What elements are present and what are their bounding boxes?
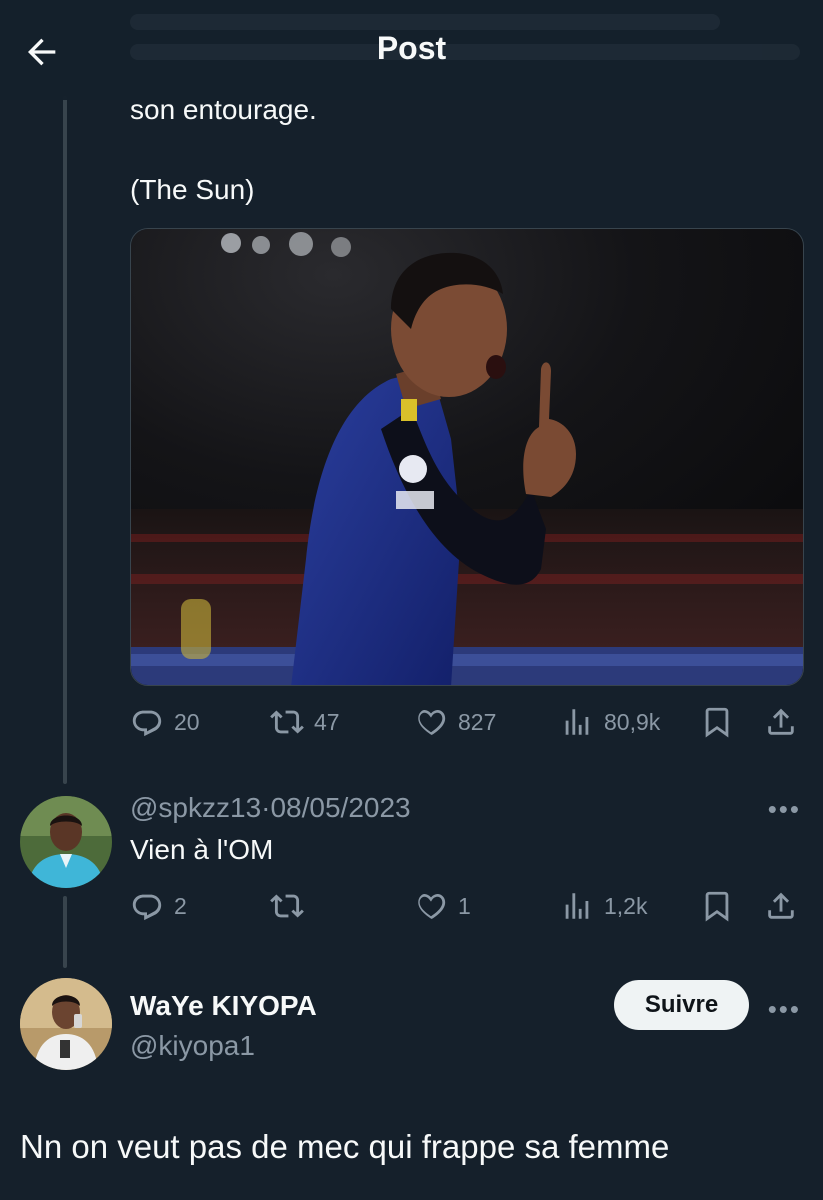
reply-handle[interactable]: @spkzz13 xyxy=(130,792,261,823)
repost-count: 47 xyxy=(314,708,340,735)
like-count: 1 xyxy=(458,892,471,919)
tweet-text-source: (The Sun) xyxy=(130,174,255,205)
post-page: Post son entourage. (The Sun) 20 47 827 … xyxy=(0,0,823,1200)
views-count: 80,9k xyxy=(604,708,661,735)
photo-footballer-celebration xyxy=(131,229,803,685)
reply-count: 2 xyxy=(174,892,187,919)
views-icon xyxy=(565,709,589,735)
top-bar: Post xyxy=(0,0,823,100)
reply-icon xyxy=(132,894,162,921)
post-text: Nn on veut pas de mec qui frappe sa femm… xyxy=(20,1128,670,1165)
repost-button[interactable] xyxy=(270,886,304,926)
bookmark-icon xyxy=(705,707,729,738)
reply-meta: @spkzz13·08/05/2023 xyxy=(130,792,411,824)
views-icon xyxy=(565,893,589,919)
follow-button[interactable]: Suivre xyxy=(614,980,749,1030)
thread-line-top xyxy=(63,96,67,784)
share-button[interactable] xyxy=(764,886,798,926)
tweet-action-bar: 20 47 827 80,9k xyxy=(130,702,802,742)
like-icon xyxy=(418,709,446,736)
like-count: 827 xyxy=(458,708,497,735)
repost-icon xyxy=(270,894,304,918)
bookmark-button[interactable] xyxy=(700,886,734,926)
author-name[interactable]: WaYe KIYOPA xyxy=(130,990,317,1022)
repost-button[interactable]: 47 xyxy=(270,702,340,742)
reply-icon xyxy=(132,710,162,737)
tweet-photo[interactable] xyxy=(130,228,804,686)
like-icon xyxy=(418,893,446,920)
reply-count: 20 xyxy=(174,708,200,735)
post-more-button[interactable]: ••• xyxy=(768,994,801,1025)
reply-button[interactable]: 20 xyxy=(130,702,200,742)
avatar-kiyopa1[interactable] xyxy=(20,978,112,1070)
reply-button[interactable]: 2 xyxy=(130,886,187,926)
like-button[interactable]: 827 xyxy=(414,702,496,742)
avatar-spkzz13[interactable] xyxy=(20,796,112,888)
bookmark-icon xyxy=(705,891,729,922)
page-title: Post xyxy=(376,30,447,66)
reply-more-button[interactable]: ••• xyxy=(768,794,801,825)
share-button[interactable] xyxy=(764,702,798,742)
share-icon xyxy=(768,708,794,735)
share-icon xyxy=(768,892,794,919)
avatar-image xyxy=(20,978,112,1070)
bookmark-button[interactable] xyxy=(700,702,734,742)
repost-icon xyxy=(270,710,304,734)
views-count: 1,2k xyxy=(604,892,648,919)
views-button[interactable]: 80,9k xyxy=(560,702,660,742)
reply-text: Vien à l'OM xyxy=(130,834,274,865)
like-button[interactable]: 1 xyxy=(414,886,471,926)
avatar-image xyxy=(20,796,112,888)
reply-action-bar: 2 1 1,2k xyxy=(130,886,802,926)
thread-line-bottom xyxy=(63,896,67,968)
views-button[interactable]: 1,2k xyxy=(560,886,647,926)
author-handle[interactable]: @kiyopa1 xyxy=(130,1030,255,1062)
reply-date[interactable]: 08/05/2023 xyxy=(270,792,410,823)
